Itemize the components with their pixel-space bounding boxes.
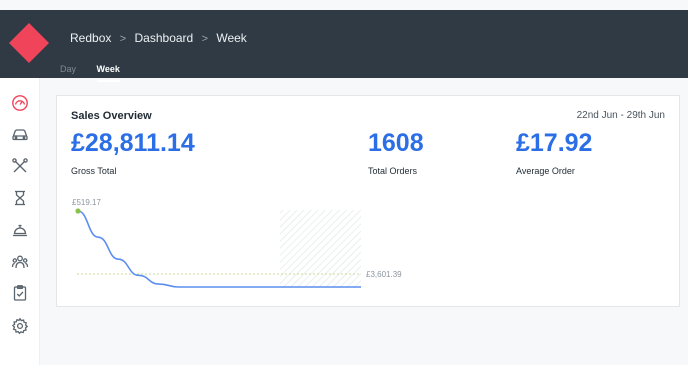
breadcrumb: Redbox > Dashboard > Week	[70, 31, 247, 45]
tools-icon[interactable]	[11, 157, 29, 175]
tab-week[interactable]: Week	[96, 64, 120, 82]
chart-end-label: £3,601.39	[366, 270, 402, 279]
breadcrumb-item-redbox[interactable]: Redbox	[70, 31, 111, 45]
clipboard-check-icon[interactable]	[11, 284, 29, 302]
sales-overview-card: Sales Overview 22nd Jun - 29th Jun £28,8…	[56, 95, 680, 307]
period-tabs: Day Week	[60, 64, 138, 82]
chart-start-label: £519.17	[72, 198, 101, 207]
settings-icon[interactable]	[11, 317, 29, 335]
sales-line-chart: £519.17 £3,601.39	[72, 198, 402, 288]
chart-hover-region[interactable]	[280, 210, 361, 288]
breadcrumb-separator: >	[119, 33, 127, 45]
speedometer-icon[interactable]	[11, 94, 29, 112]
breadcrumb-item-week: Week	[216, 31, 247, 45]
breadcrumb-item-dashboard[interactable]: Dashboard	[135, 31, 194, 45]
service-bell-icon[interactable]	[11, 221, 29, 239]
car-icon[interactable]	[11, 125, 29, 143]
hourglass-icon[interactable]	[11, 189, 29, 207]
chart-start-point[interactable]	[75, 208, 81, 214]
group-icon[interactable]	[11, 253, 29, 271]
tab-day[interactable]: Day	[60, 64, 76, 80]
breadcrumb-separator: >	[201, 33, 208, 45]
redbox-logo-icon[interactable]	[6, 20, 52, 66]
top-bar: Redbox > Dashboard > Week Day Week	[0, 10, 688, 82]
sidebar	[0, 78, 40, 365]
